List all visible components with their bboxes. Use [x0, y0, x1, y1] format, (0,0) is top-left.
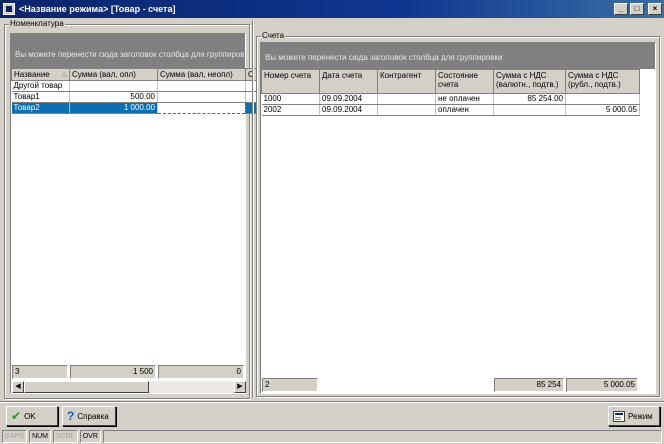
cell-sum-currency: 85 254.00	[493, 93, 566, 105]
cell-sum-rub	[565, 93, 640, 105]
invoices-grid: Вы можете перенести сюда заголовок столб…	[260, 42, 656, 394]
mode-button[interactable]: Режим	[608, 406, 660, 426]
cell-number: 1000	[261, 93, 320, 105]
cell-state: оплачен	[435, 104, 494, 116]
panel-splitter[interactable]	[252, 20, 254, 398]
app-icon	[3, 3, 15, 15]
footer-sum-currency-total: 85 254	[494, 378, 564, 392]
cell-sum-rub: 5 000.05	[565, 104, 640, 116]
status-num: NUM	[29, 430, 52, 443]
horizontal-scrollbar[interactable]: ◀ ▶	[12, 381, 246, 393]
column-header-paid[interactable]: Сумма (вал, опл)	[69, 68, 158, 81]
maximize-button[interactable]: □	[630, 3, 644, 15]
sort-asc-icon: △	[61, 71, 67, 78]
check-icon: ✔	[11, 409, 22, 423]
scroll-right-icon[interactable]: ▶	[234, 381, 246, 393]
cell-date: 09.09.2004	[319, 93, 378, 105]
help-label: Справка	[77, 411, 109, 421]
table-row[interactable]: Товар1 500.00	[11, 91, 258, 103]
column-header-sum-currency[interactable]: Сумма с НДС (валютн., подтв.)	[493, 69, 566, 94]
invoices-group: Счета Вы можете перенести сюда заголовок…	[256, 31, 660, 397]
mode-icon	[613, 410, 625, 422]
group-by-panel[interactable]: Вы можете перенести сюда заголовок столб…	[11, 34, 245, 68]
help-icon: ?	[67, 409, 75, 423]
nomenclature-footer: 3 1 500 0	[12, 365, 246, 379]
footer-paid-total: 1 500	[70, 365, 156, 379]
footer-count: 3	[12, 365, 68, 379]
ok-button[interactable]: ✔ OK	[6, 406, 58, 426]
footer-count: 2	[262, 378, 318, 392]
scroll-left-icon[interactable]: ◀	[12, 381, 24, 393]
cell-sum-currency	[493, 104, 566, 116]
table-row-selected[interactable]: Товар2 1 000.00	[11, 102, 258, 114]
group-by-panel[interactable]: Вы можете перенести сюда заголовок столб…	[261, 43, 655, 69]
column-header-number[interactable]: Номер счета	[261, 69, 320, 94]
table-row[interactable]: 2002 09.09.2004 оплачен 5 000.05	[261, 104, 640, 116]
status-caps: CAPS	[2, 430, 28, 443]
cell-date: 09.09.2004	[319, 104, 378, 116]
footer-spacer	[320, 378, 492, 392]
statusbar: CAPS NUM SCRL OVR	[0, 429, 664, 444]
footer-sum-rub-total: 5 000.05	[566, 378, 638, 392]
table-header-row: Название △ Сумма (вал, опл) Сумма (вал, н…	[11, 68, 258, 81]
column-header-date[interactable]: Дата счета	[319, 69, 378, 94]
status-filler	[102, 430, 662, 443]
column-header-unpaid[interactable]: Сумма (вал, неопл)	[157, 68, 246, 81]
window-title: <Название режима> [Товар - счета]	[19, 4, 176, 14]
close-button[interactable]: ×	[648, 3, 662, 15]
column-header-sum-rub[interactable]: Сумма с НДС (рубл., подтв.)	[565, 69, 640, 94]
cell-unpaid	[157, 91, 246, 103]
window-titlebar: <Название режима> [Товар - счета] _ □ ×	[0, 0, 664, 18]
invoices-legend: Счета	[261, 31, 286, 41]
nomenclature-group: Номенклатура Вы можете перенести сюда за…	[4, 19, 258, 399]
cell-name: Другой товар	[11, 80, 70, 92]
cell-state: не оплачен	[435, 93, 494, 105]
nomenclature-legend: Номенклатура	[9, 19, 65, 29]
cell-number: 2002	[261, 104, 320, 116]
scroll-thumb[interactable]	[24, 381, 149, 393]
nomenclature-grid: Вы можете перенести сюда заголовок столб…	[10, 33, 258, 394]
cell-paid: 500.00	[69, 91, 158, 103]
cell-unpaid	[157, 80, 246, 92]
cell-paid	[69, 80, 158, 92]
cell-counterparty	[377, 93, 436, 105]
nomenclature-table: Название △ Сумма (вал, опл) Сумма (вал, н…	[11, 68, 258, 114]
column-header-counterparty[interactable]: Контрагент	[377, 69, 436, 94]
status-ovr: OVR	[79, 430, 101, 443]
table-row[interactable]: Другой товар	[11, 80, 258, 92]
scroll-track[interactable]	[24, 381, 234, 393]
ok-label: OK	[24, 411, 36, 421]
column-header-name[interactable]: Название △	[11, 68, 70, 81]
column-header-state[interactable]: Состояние счета	[435, 69, 494, 94]
cell-name: Товар2	[11, 102, 70, 114]
cell-counterparty	[377, 104, 436, 116]
minimize-button[interactable]: _	[614, 3, 628, 15]
cell-paid: 1 000.00	[69, 102, 158, 114]
cell-unpaid-focused[interactable]	[157, 102, 246, 114]
invoices-table: Номер счета Дата счета Контрагент Состоя…	[261, 69, 640, 116]
window-controls: _ □ ×	[614, 3, 662, 15]
invoices-footer: 2 85 254 5 000.05	[262, 378, 654, 392]
table-row[interactable]: 1000 09.09.2004 не оплачен 85 254.00	[261, 93, 640, 105]
cell-name: Товар1	[11, 91, 70, 103]
status-scrl: SCRL	[53, 430, 78, 443]
help-button[interactable]: ? Справка	[62, 406, 116, 426]
button-bar: ✔ OK ? Справка Режим	[0, 401, 664, 429]
table-header-row: Номер счета Дата счета Контрагент Состоя…	[261, 69, 640, 94]
mode-label: Режим	[628, 411, 653, 421]
footer-unpaid-total: 0	[158, 365, 244, 379]
